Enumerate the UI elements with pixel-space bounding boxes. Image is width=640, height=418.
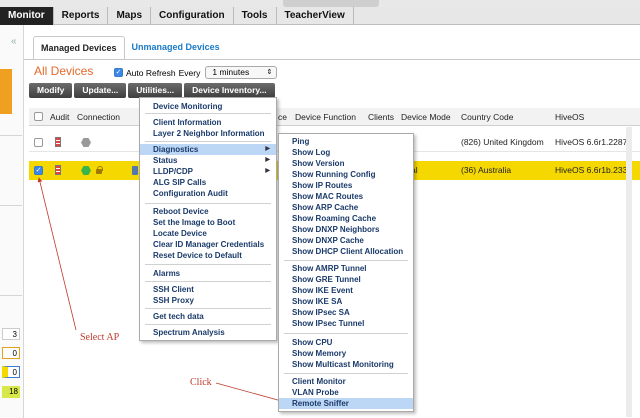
menu-item-reboot-device[interactable]: Reboot Device bbox=[140, 206, 276, 217]
menu-item-client-information[interactable]: Client Information bbox=[140, 117, 276, 128]
select-ap-arrow bbox=[37, 177, 77, 331]
menu-item-set-image-to-boot[interactable]: Set the Image to Boot bbox=[140, 217, 276, 228]
menu-item-layer2-neighbor[interactable]: Layer 2 Neighbor Information bbox=[140, 128, 276, 139]
menu-separator bbox=[145, 308, 271, 309]
menu-item-reset-device[interactable]: Reset Device to Default bbox=[140, 250, 276, 261]
menu-separator bbox=[145, 324, 271, 325]
menu-item-alarms[interactable]: Alarms bbox=[140, 268, 276, 279]
submenu-arrow-icon: ▶ bbox=[265, 146, 270, 152]
menu-item-get-tech-data[interactable]: Get tech data bbox=[140, 311, 276, 322]
menu-item-spectrum-analysis[interactable]: Spectrum Analysis bbox=[140, 327, 276, 338]
menu-item-ping[interactable]: Ping bbox=[279, 136, 413, 147]
menu-item-show-amrp-tunnel[interactable]: Show AMRP Tunnel bbox=[279, 263, 413, 274]
menu-item-show-version[interactable]: Show Version bbox=[279, 158, 413, 169]
click-arrow bbox=[215, 382, 286, 404]
menu-item-device-monitoring[interactable]: Device Monitoring bbox=[140, 101, 276, 112]
menu-item-show-ipsec-sa[interactable]: Show IPsec SA bbox=[279, 307, 413, 318]
menu-separator bbox=[284, 333, 408, 334]
menu-item-lldp-cdp-label: LLDP/CDP bbox=[153, 167, 193, 176]
click-annotation: Click bbox=[190, 377, 212, 388]
menu-item-show-log[interactable]: Show Log bbox=[279, 147, 413, 158]
submenu-arrow-icon: ▶ bbox=[265, 168, 270, 174]
menu-item-remote-sniffer[interactable]: Remote Sniffer bbox=[279, 398, 413, 409]
utilities-menu: Device Monitoring Client Information Lay… bbox=[139, 97, 277, 341]
menu-item-lldp-cdp[interactable]: LLDP/CDP ▶ bbox=[140, 166, 276, 177]
menu-item-diagnostics[interactable]: Diagnostics ▶ bbox=[140, 144, 276, 155]
menu-item-vlan-probe[interactable]: VLAN Probe bbox=[279, 387, 413, 398]
menu-item-client-monitor[interactable]: Client Monitor bbox=[279, 376, 413, 387]
menu-item-show-mac-routes[interactable]: Show MAC Routes bbox=[279, 191, 413, 202]
menu-item-show-ip-routes[interactable]: Show IP Routes bbox=[279, 180, 413, 191]
submenu-arrow-icon: ▶ bbox=[265, 157, 270, 163]
menu-item-ssh-client[interactable]: SSH Client bbox=[140, 284, 276, 295]
menu-item-show-ike-sa[interactable]: Show IKE SA bbox=[279, 296, 413, 307]
menu-separator bbox=[284, 373, 408, 374]
menu-item-show-arp-cache[interactable]: Show ARP Cache bbox=[279, 202, 413, 213]
menu-item-configuration-audit[interactable]: Configuration Audit bbox=[140, 188, 276, 199]
menu-item-show-memory[interactable]: Show Memory bbox=[279, 348, 413, 359]
menu-item-show-gre-tunnel[interactable]: Show GRE Tunnel bbox=[279, 274, 413, 285]
menu-item-show-ike-event[interactable]: Show IKE Event bbox=[279, 285, 413, 296]
menu-item-status[interactable]: Status ▶ bbox=[140, 155, 276, 166]
menu-item-show-ipsec-tunnel[interactable]: Show IPsec Tunnel bbox=[279, 318, 413, 329]
menu-item-show-running-config[interactable]: Show Running Config bbox=[279, 169, 413, 180]
menu-item-show-multicast-monitoring[interactable]: Show Multicast Monitoring bbox=[279, 359, 413, 370]
menu-item-show-roaming-cache[interactable]: Show Roaming Cache bbox=[279, 213, 413, 224]
menu-separator bbox=[145, 264, 271, 265]
menu-item-locate-device[interactable]: Locate Device bbox=[140, 228, 276, 239]
menu-separator bbox=[145, 281, 271, 282]
menu-separator bbox=[284, 260, 408, 261]
menu-item-alg-sip-calls[interactable]: ALG SIP Calls bbox=[140, 177, 276, 188]
menu-separator bbox=[145, 141, 271, 142]
diagnostics-submenu: Ping Show Log Show Version Show Running … bbox=[278, 133, 414, 412]
menu-item-show-dhcp-client-allocation[interactable]: Show DHCP Client Allocation bbox=[279, 246, 413, 257]
menu-item-show-cpu[interactable]: Show CPU bbox=[279, 337, 413, 348]
menu-separator bbox=[145, 113, 271, 114]
menu-separator bbox=[145, 203, 271, 204]
menu-item-ssh-proxy[interactable]: SSH Proxy bbox=[140, 295, 276, 306]
menu-item-show-dnxp-cache[interactable]: Show DNXP Cache bbox=[279, 235, 413, 246]
select-ap-annotation: Select AP bbox=[80, 332, 120, 343]
menu-item-status-label: Status bbox=[153, 156, 178, 165]
menu-item-show-dnxp-neighbors[interactable]: Show DNXP Neighbors bbox=[279, 224, 413, 235]
menu-item-clear-id-manager[interactable]: Clear ID Manager Credentials bbox=[140, 239, 276, 250]
menu-item-diagnostics-label: Diagnostics bbox=[153, 145, 199, 154]
